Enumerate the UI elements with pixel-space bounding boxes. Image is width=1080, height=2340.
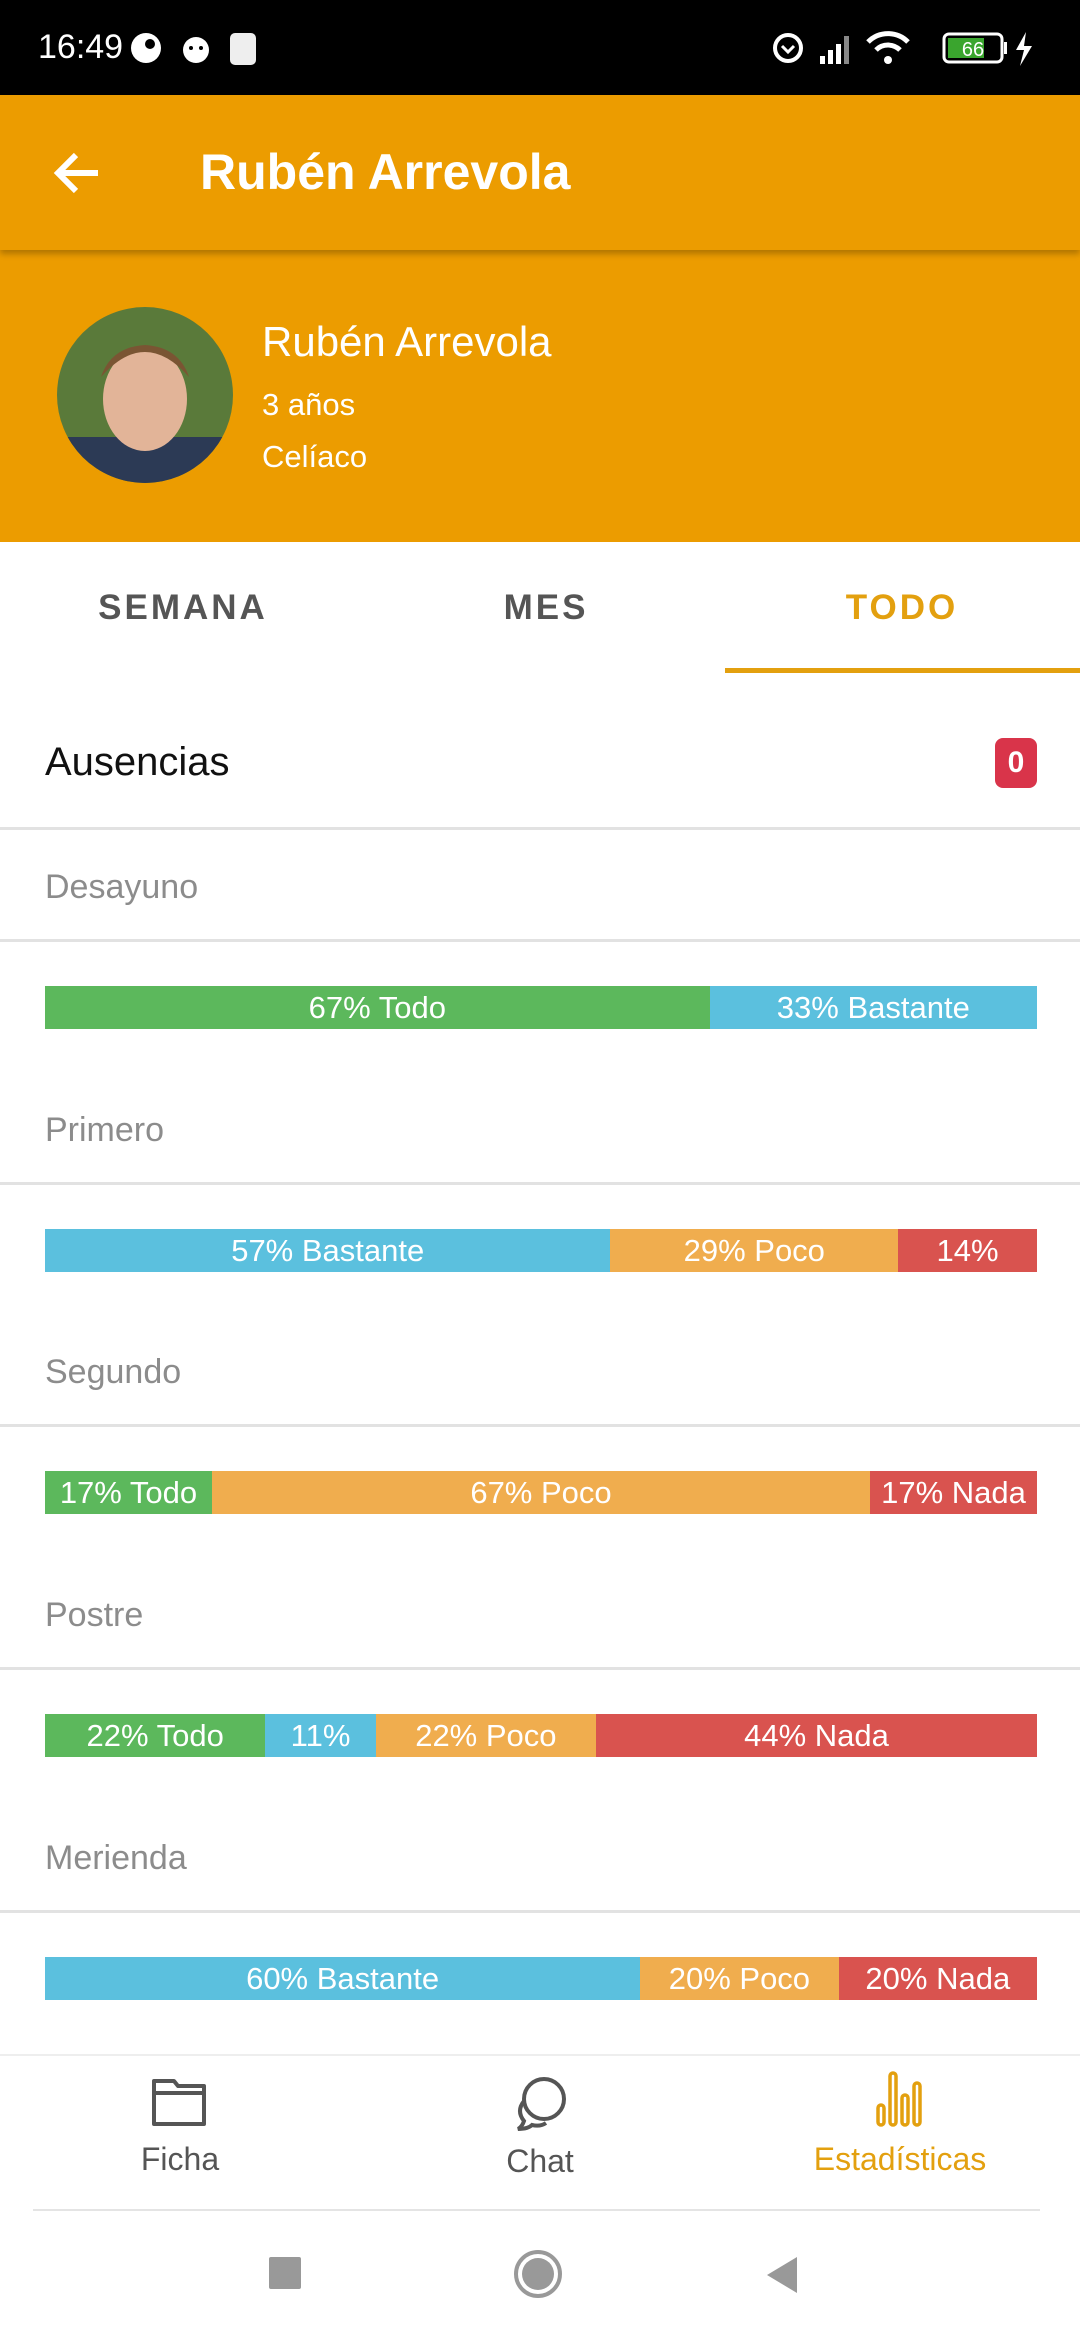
page-title: Rubén Arrevola: [200, 144, 571, 200]
back-button[interactable]: [765, 2255, 801, 2295]
bar-segment-bastante: 60% Bastante: [45, 1957, 641, 2000]
bar-segment-nada: 20% Nada: [838, 1957, 1037, 2000]
nav-chat[interactable]: Chat: [360, 2075, 720, 2195]
bar-segment-bastante: 33% Bastante: [709, 986, 1037, 1029]
divider: [0, 827, 1080, 830]
bar-segment-todo: 22% Todo: [45, 1714, 266, 1757]
meal-label: Postre: [45, 1596, 144, 1634]
avatar: [57, 307, 233, 483]
profile-name: Rubén Arrevola: [262, 318, 552, 365]
absences-badge: 0: [995, 738, 1037, 788]
meal-label: Segundo: [45, 1353, 182, 1391]
divider: [0, 1424, 1080, 1427]
nav-ficha[interactable]: Ficha: [0, 2075, 360, 2195]
tab-todo[interactable]: TODO: [722, 542, 1080, 673]
meal-bar: 22% Todo 11% 22% Poco 44% Nada: [45, 1714, 1037, 1757]
system-icons: 66: [773, 31, 1032, 66]
bar-segment-bastante: 11%: [265, 1714, 376, 1757]
absences-label: Ausencias: [45, 740, 230, 784]
status-bar: 16:49 66: [0, 0, 1080, 95]
divider: [0, 1910, 1080, 1913]
meal-label: Merienda: [45, 1839, 187, 1877]
bar-segment-nada: 44% Nada: [596, 1714, 1037, 1757]
nav-label: Estadísticas: [813, 2141, 987, 2177]
divider: [0, 939, 1080, 942]
divider: [33, 2209, 1040, 2211]
tab-indicator: [725, 668, 1080, 673]
profile-age: 3 años: [262, 387, 356, 422]
profile-condition: Celíaco: [262, 439, 368, 474]
tab-semana[interactable]: SEMANA: [3, 542, 363, 673]
bar-chart-icon: [876, 2071, 922, 2127]
bar-segment-poco: 29% Poco: [610, 1229, 899, 1272]
bar-segment-poco: 22% Poco: [375, 1714, 597, 1757]
folder-icon: [152, 2079, 206, 2126]
bar-segment-bastante: 57% Bastante: [45, 1229, 611, 1272]
tab-mes[interactable]: MES: [366, 542, 726, 673]
back-arrow-icon[interactable]: [50, 147, 102, 199]
bar-segment-todo: 67% Todo: [45, 986, 710, 1029]
status-time: 16:49: [38, 28, 124, 66]
bar-segment-nada: 14%: [898, 1229, 1037, 1272]
nav-estadisticas[interactable]: Estadísticas: [720, 2071, 1080, 2195]
meal-label: Primero: [45, 1111, 165, 1149]
svg-text:66: 66: [962, 39, 984, 61]
meal-bar: 17% Todo 67% Poco 17% Nada: [45, 1471, 1037, 1514]
divider: [0, 1182, 1080, 1185]
home-button[interactable]: [512, 2248, 564, 2300]
divider: [0, 2054, 1080, 2056]
meal-bar: 60% Bastante 20% Poco 20% Nada: [45, 1957, 1037, 2000]
bar-segment-todo: 17% Todo: [45, 1471, 212, 1514]
bar-segment-nada: 17% Nada: [870, 1471, 1037, 1514]
recents-button[interactable]: [269, 2257, 301, 2289]
meal-bar: 67% Todo 33% Bastante: [45, 986, 1037, 1029]
bar-segment-poco: 20% Poco: [640, 1957, 839, 2000]
divider: [0, 1667, 1080, 1670]
meal-bar: 57% Bastante 29% Poco 14%: [45, 1229, 1037, 1272]
bar-segment-poco: 67% Poco: [211, 1471, 871, 1514]
meal-label: Desayuno: [45, 868, 199, 906]
notification-icons: [131, 33, 256, 65]
nav-label: Chat: [506, 2143, 574, 2179]
chat-icon: [517, 2077, 566, 2131]
app-bar: Rubén Arrevola: [0, 95, 1080, 250]
nav-label: Ficha: [140, 2141, 220, 2177]
